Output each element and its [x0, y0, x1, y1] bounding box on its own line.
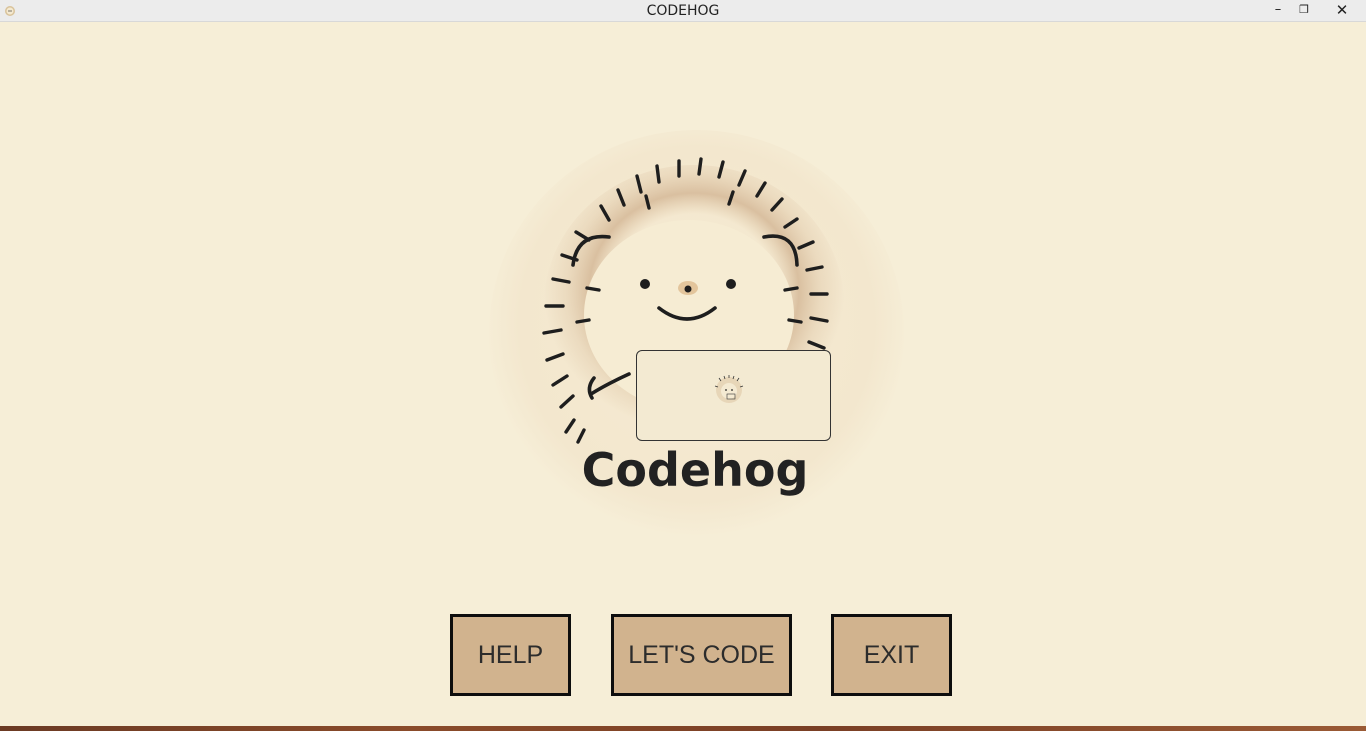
close-icon[interactable]: ✕ [1318, 0, 1366, 22]
maximize-icon[interactable]: ❐ [1292, 0, 1316, 22]
exit-button[interactable]: EXIT [831, 614, 952, 696]
app-name-title: Codehog [581, 443, 809, 497]
mini-hedgehog-icon [714, 375, 744, 403]
taskbar-edge [0, 726, 1366, 731]
window-title: CODEHOG [646, 3, 720, 19]
window-titlebar: CODEHOG – ❐ ✕ [0, 0, 1366, 22]
help-button[interactable]: HELP [450, 614, 571, 696]
minimize-icon[interactable]: – [1266, 0, 1290, 22]
lets-code-button[interactable]: LET'S CODE [611, 614, 792, 696]
